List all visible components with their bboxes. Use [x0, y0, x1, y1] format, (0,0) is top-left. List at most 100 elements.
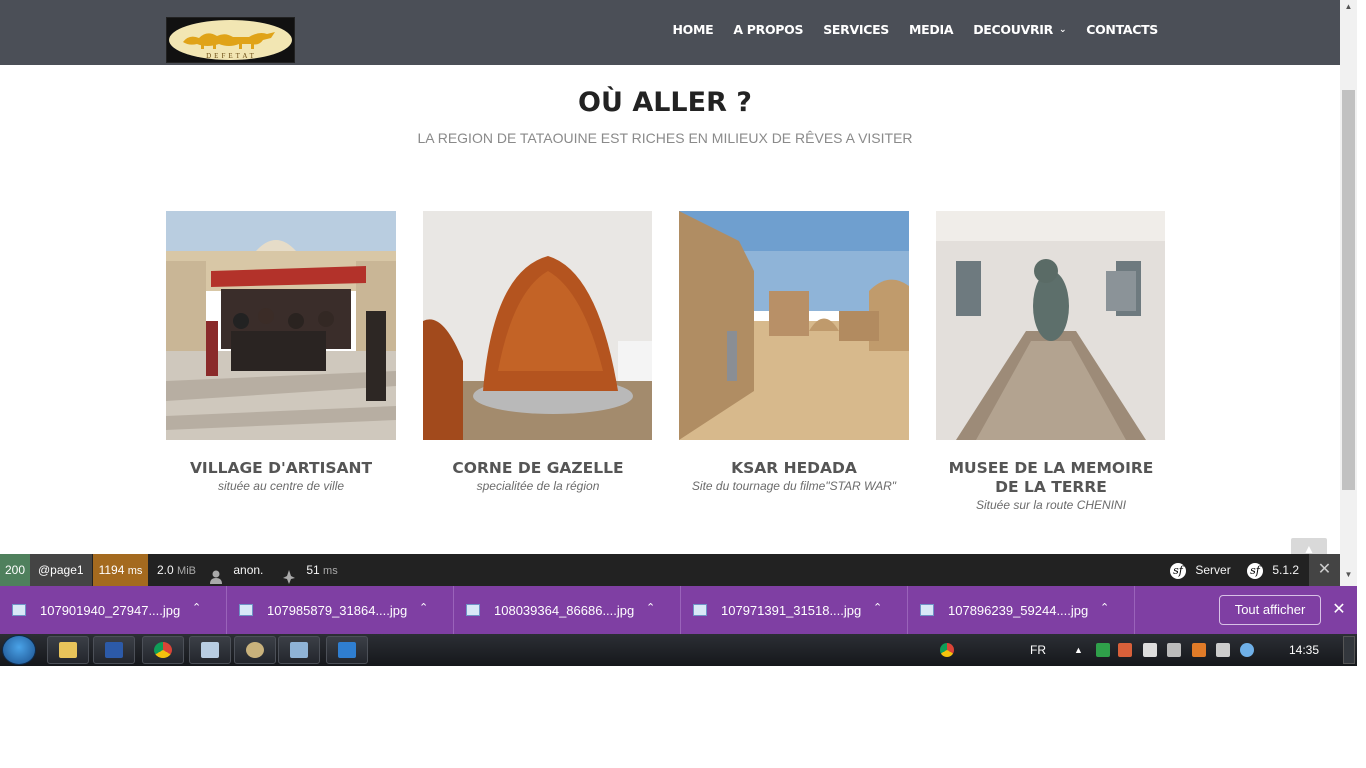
- place-subtitle: Située sur la route CHENINI: [975, 498, 1127, 512]
- download-item[interactable]: 108039364_86686....jpg ⌃: [454, 586, 681, 634]
- database-time[interactable]: 51 ms: [283, 554, 338, 587]
- place-card[interactable]: VILLAGE D'ARTISANT située au centre de v…: [166, 211, 396, 493]
- word-icon: [105, 642, 123, 658]
- camel-icon: [183, 32, 275, 49]
- notepad-icon: [201, 642, 219, 658]
- flag-icon[interactable]: [1192, 643, 1206, 657]
- chevron-down-icon: ⌄: [1058, 24, 1067, 35]
- place-photo[interactable]: [166, 211, 396, 440]
- site-header: DEFETAT HOME A PROPOS SERVICES MEDIA DEC…: [0, 0, 1340, 65]
- nav-services[interactable]: SERVICES: [823, 22, 889, 37]
- memory-usage[interactable]: 2.0 MiB: [157, 554, 196, 587]
- chevron-up-icon[interactable]: ⌃: [646, 601, 655, 614]
- power-icon[interactable]: [1143, 643, 1157, 657]
- download-item[interactable]: 107901940_27947....jpg ⌃: [0, 586, 227, 634]
- symfony-version-label: 5.1.2: [1272, 563, 1300, 577]
- vscode-taskbar-button[interactable]: [326, 636, 368, 664]
- file-explorer-taskbar-button[interactable]: [47, 636, 89, 664]
- volume-icon[interactable]: [1216, 643, 1230, 657]
- database-icon: [283, 564, 295, 584]
- place-card[interactable]: MUSEE DE LA MEMOIRE DE LA TERRE Située s…: [936, 211, 1166, 512]
- image-file-icon: [920, 604, 934, 616]
- close-downloads-icon[interactable]: ✕: [1330, 599, 1348, 619]
- database-time-unit: ms: [323, 565, 338, 577]
- chrome-taskbar-button[interactable]: [142, 636, 184, 664]
- chrome-tray-icon[interactable]: [940, 643, 954, 657]
- request-time-value: 1194: [98, 563, 125, 577]
- chevron-up-icon[interactable]: ⌃: [873, 601, 882, 614]
- network-icon[interactable]: [1167, 643, 1181, 657]
- place-title: CORNE DE GAZELLE: [452, 459, 624, 477]
- request-time-unit: ms: [127, 565, 143, 577]
- download-filename: 108039364_86686....jpg: [494, 603, 635, 618]
- paint-taskbar-button[interactable]: [234, 636, 276, 664]
- scroll-up-arrow-icon[interactable]: ▲: [1340, 2, 1357, 14]
- memory-unit: MiB: [177, 565, 196, 577]
- symfony-logo-icon: sf: [1170, 562, 1186, 579]
- speaker-muted-icon[interactable]: [1118, 643, 1132, 657]
- notepad-taskbar-button[interactable]: [189, 636, 231, 664]
- nav-contacts[interactable]: CONTACTS: [1086, 22, 1158, 37]
- folder-icon: [59, 642, 77, 658]
- place-subtitle: Site du tournage du filme"STAR WAR": [691, 479, 897, 493]
- download-filename: 107971391_31518....jpg: [721, 603, 862, 618]
- word-taskbar-button[interactable]: [93, 636, 135, 664]
- place-title: VILLAGE D'ARTISANT: [189, 459, 373, 477]
- server-info[interactable]: sf Server: [1170, 554, 1231, 586]
- user-icon: [210, 564, 222, 584]
- nav-decouvrir-label: DECOUVRIR: [973, 22, 1053, 37]
- paint-icon: [246, 642, 264, 658]
- close-toolbar-icon[interactable]: ✕: [1309, 554, 1340, 586]
- place-card[interactable]: KSAR HEDADA Site du tournage du filme"ST…: [679, 211, 909, 493]
- logo-text: DEFETAT: [206, 52, 257, 60]
- image-file-icon: [12, 604, 26, 616]
- site-logo[interactable]: DEFETAT: [166, 17, 295, 63]
- user-info[interactable]: anon.: [210, 554, 263, 586]
- show-hidden-icons-icon[interactable]: ▲: [1074, 634, 1083, 666]
- memory-value: 2.0: [157, 563, 174, 577]
- vscode-icon: [338, 642, 356, 658]
- place-photo[interactable]: [679, 211, 909, 440]
- download-item[interactable]: 107896239_59244....jpg ⌃: [908, 586, 1135, 634]
- app-tray-icon[interactable]: [1096, 643, 1110, 657]
- route-name[interactable]: @page1: [30, 554, 92, 586]
- show-all-downloads-button[interactable]: Tout afficher: [1219, 595, 1321, 625]
- image-file-icon: [693, 604, 707, 616]
- image-file-icon: [466, 604, 480, 616]
- back-to-top-button[interactable]: ▲: [1291, 538, 1327, 556]
- place-card[interactable]: CORNE DE GAZELLE specialitée de la régio…: [423, 211, 653, 493]
- language-indicator[interactable]: FR: [1030, 634, 1046, 666]
- start-button[interactable]: [2, 635, 36, 665]
- download-item[interactable]: 107971391_31518....jpg ⌃: [681, 586, 908, 634]
- database-time-value: 51: [306, 563, 320, 577]
- user-name: anon.: [233, 563, 264, 577]
- server-label: Server: [1195, 563, 1231, 577]
- place-subtitle: située au centre de ville: [217, 479, 345, 493]
- cloud-upload-icon[interactable]: [1240, 643, 1254, 657]
- chevron-up-icon[interactable]: ⌃: [419, 601, 428, 614]
- symfony-version[interactable]: sf 5.1.2: [1247, 554, 1299, 586]
- chevron-up-icon[interactable]: ⌃: [1100, 601, 1109, 614]
- request-time[interactable]: 1194 ms: [93, 554, 148, 586]
- place-photo[interactable]: [936, 211, 1166, 440]
- scroll-thumb[interactable]: [1342, 90, 1355, 490]
- window-taskbar-button[interactable]: [278, 636, 320, 664]
- nav-media[interactable]: MEDIA: [909, 22, 953, 37]
- main-nav: HOME A PROPOS SERVICES MEDIA DECOUVRIR ⌄…: [652, 22, 1158, 37]
- download-filename: 107896239_59244....jpg: [948, 603, 1089, 618]
- scroll-down-arrow-icon[interactable]: ▼: [1340, 570, 1357, 582]
- place-subtitle: specialitée de la région: [476, 479, 600, 493]
- section-subtitle: LA REGION DE TATAOUINE EST RICHES EN MIL…: [417, 130, 913, 146]
- download-item[interactable]: 107985879_31864....jpg ⌃: [227, 586, 454, 634]
- show-desktop-button[interactable]: [1343, 636, 1355, 664]
- status-code[interactable]: 200: [0, 554, 30, 586]
- chevron-up-icon[interactable]: ⌃: [192, 601, 201, 614]
- clock[interactable]: 14:35: [1289, 634, 1319, 666]
- place-title: MUSEE DE LA MEMOIRE DE LA TERRE: [948, 459, 1154, 496]
- nav-decouvrir[interactable]: DECOUVRIR ⌄: [973, 22, 1066, 37]
- nav-a-propos[interactable]: A PROPOS: [733, 22, 803, 37]
- symfony-logo-icon: sf: [1247, 562, 1263, 579]
- place-photo[interactable]: [423, 211, 653, 440]
- place-title: KSAR HEDADA: [731, 459, 857, 477]
- nav-home[interactable]: HOME: [672, 22, 713, 37]
